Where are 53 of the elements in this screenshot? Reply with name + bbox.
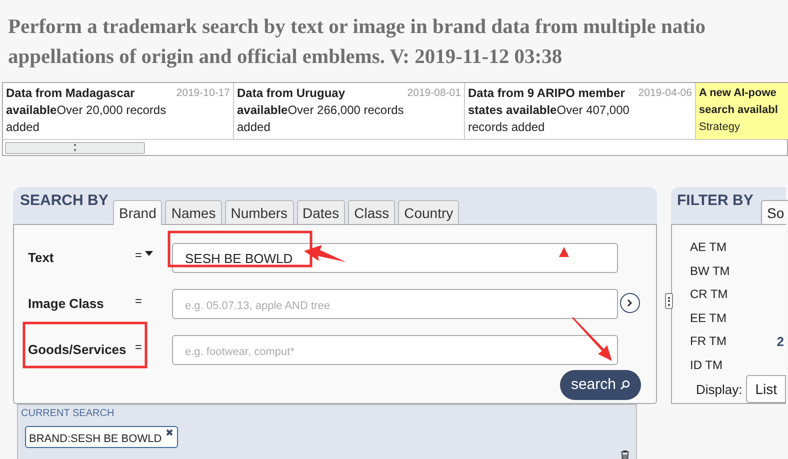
page-title: appellations of origin and official emblems. V: 2019-11-12 03:38 xyxy=(8,45,564,70)
page-title: Perform a trademark search by text or image in brand data from multiple natio xyxy=(8,15,706,40)
filter-item[interactable]: AE TM xyxy=(690,238,726,262)
input-field[interactable]: e.g. 05.07.13, apple AND tree xyxy=(172,289,618,319)
news-text: Data from Uruguay availableOver 266,000 records added xyxy=(237,85,405,136)
chevron-right-icon[interactable] xyxy=(620,293,640,313)
news-item[interactable]: Data from 9 ARIPO member states availableOver 407,000 records added 2019-04-06 xyxy=(465,83,696,139)
filter-item[interactable]: BW TM xyxy=(690,262,730,285)
display-label: Display: xyxy=(696,381,742,399)
panel-heading: SEARCH BY xyxy=(20,191,108,211)
news-item[interactable]: Data from Uruguay availableOver 266,000 records added 2019-08-01 xyxy=(234,83,465,139)
display-select[interactable]: List xyxy=(746,375,786,403)
news-text: Data from Madagascar availableOver 20,000 records added xyxy=(6,85,168,136)
scrollbar-thumb[interactable] xyxy=(5,142,145,154)
field-label: Text xyxy=(28,249,55,267)
annotation-arrow xyxy=(304,245,346,262)
news-date: 2019-10-17 xyxy=(176,86,230,101)
filter-item[interactable]: CR TM xyxy=(690,285,728,308)
tab[interactable]: Names xyxy=(165,200,222,224)
annotation-triangle xyxy=(559,247,569,257)
search-tag: BRAND:SESH BE BOWLD xyxy=(25,426,178,448)
section-heading: CURRENT SEARCH xyxy=(21,407,116,421)
close-icon[interactable] xyxy=(166,429,173,436)
news-date: 2019-04-06 xyxy=(638,86,692,101)
caret-icon[interactable] xyxy=(145,251,154,256)
annotation-arrow xyxy=(572,317,612,361)
tab[interactable]: Class xyxy=(348,200,396,224)
filter-item[interactable]: FR TM xyxy=(690,332,726,356)
trash-icon[interactable] xyxy=(620,450,630,459)
search-button[interactable]: search xyxy=(560,370,641,400)
tab[interactable]: Numbers xyxy=(224,200,294,224)
input-field[interactable]: SESH BE BOWLD xyxy=(172,243,618,273)
news-text: Data from 9 ARIPO member states availableOver 407,000 records added xyxy=(468,85,630,136)
filter-item[interactable]: EE TM xyxy=(690,308,726,332)
news-item[interactable]: Data from Madagascar availableOver 20,000 records added 2019-10-17 xyxy=(3,83,234,139)
operator: = xyxy=(135,247,142,264)
tab[interactable]: So xyxy=(761,200,788,224)
news-item[interactable]: A new AI-powe search availabl Strategy xyxy=(696,83,788,139)
search-icon xyxy=(620,380,630,390)
field-label: Goods/Services xyxy=(28,341,128,359)
news-date: 2019-08-01 xyxy=(407,86,461,101)
filter-count: 2 xyxy=(776,333,784,351)
news-text: A new AI-powe search availabl Strategy xyxy=(699,86,779,135)
tab[interactable]: Brand xyxy=(113,200,162,225)
operator: = xyxy=(135,339,142,356)
field-label: Image Class xyxy=(28,295,105,313)
input-field[interactable]: e.g. footwear, comput* xyxy=(172,335,618,365)
filter-item[interactable]: ID TM xyxy=(690,356,722,379)
drag-handle[interactable] xyxy=(665,293,673,309)
operator: = xyxy=(135,293,142,310)
tab[interactable]: Country xyxy=(398,200,460,224)
tab[interactable]: Dates xyxy=(296,200,346,224)
panel-heading: FILTER BY xyxy=(677,191,754,211)
